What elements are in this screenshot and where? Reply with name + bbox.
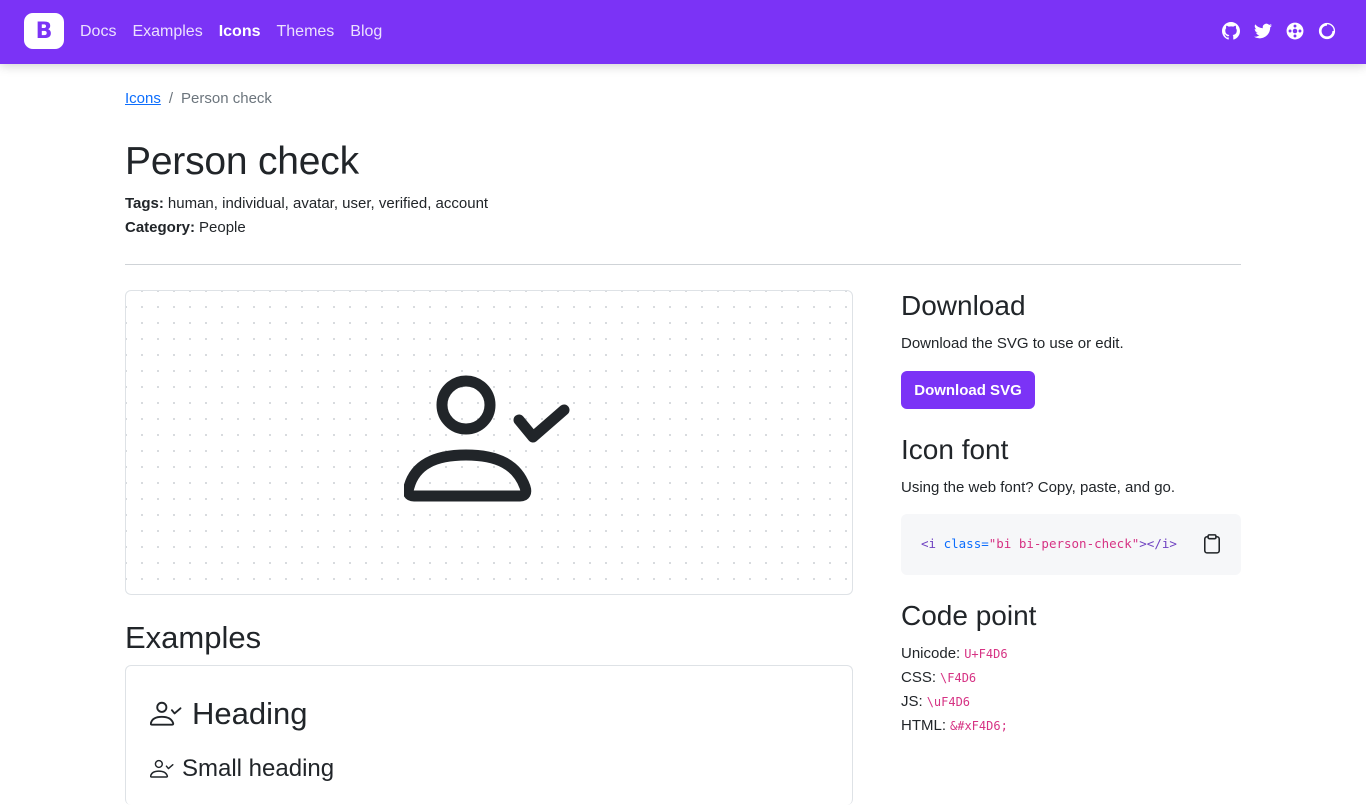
code-point-unicode: Unicode: U+F4D6 <box>901 645 1008 662</box>
nav-link-blog[interactable]: Blog <box>350 23 382 41</box>
example-heading: Heading <box>150 696 307 732</box>
tags-label: Tags: <box>125 195 164 212</box>
example-heading-text: Heading <box>192 696 308 731</box>
icon-tags: Tags: human, individual, avatar, user, ve… <box>125 195 488 212</box>
examples-panel <box>125 665 853 805</box>
theme-toggle-icon[interactable] <box>1318 22 1336 40</box>
person-check-icon <box>150 759 174 778</box>
icon-font-snippet: <i class="bi bi-person-check"></i> <box>901 514 1241 575</box>
code-attr: class= <box>936 536 989 551</box>
page-title: Person check <box>125 140 359 183</box>
code-point-value[interactable]: \uF4D6 <box>927 695 970 709</box>
twitter-icon[interactable] <box>1254 22 1272 40</box>
code-point-label: HTML: <box>901 717 946 734</box>
icon-font-title: Icon font <box>901 434 1009 465</box>
breadcrumb: Icons / Person check <box>125 90 272 107</box>
code-point-js: JS: \uF4D6 <box>901 693 970 710</box>
icon-category: Category: People <box>125 219 246 236</box>
example-small-heading: Small heading <box>150 755 334 783</box>
code-point-css: CSS: \F4D6 <box>901 669 976 686</box>
nav-link-icons[interactable]: Icons <box>219 23 261 41</box>
person-check-icon <box>150 701 182 726</box>
breadcrumb-link-icons[interactable]: Icons <box>125 90 161 107</box>
breadcrumb-current: Person check <box>181 90 272 107</box>
code-value: "bi bi-person-check" <box>988 536 1140 551</box>
category-label: Category: <box>125 219 196 236</box>
code-point-value[interactable]: \F4D6 <box>940 671 976 685</box>
breadcrumb-separator: / <box>168 90 174 107</box>
example-small-heading-text: Small heading <box>182 755 335 782</box>
nav-link-themes[interactable]: Themes <box>277 23 335 41</box>
code-point-label: JS: <box>901 693 923 710</box>
nav-social-icons <box>1222 22 1336 40</box>
code-open-tag: <i <box>921 536 937 551</box>
code-point-label: CSS: <box>901 669 937 686</box>
download-title: Download <box>901 290 1026 321</box>
code-point-label: Unicode: <box>901 645 961 662</box>
clipboard-icon[interactable] <box>1203 534 1221 554</box>
github-icon[interactable] <box>1222 22 1240 40</box>
icon-font-code[interactable]: <i class="bi bi-person-check"></i> <box>921 536 1177 551</box>
code-point-value[interactable]: U+F4D6 <box>964 647 1007 661</box>
code-close-tag: ></i> <box>1139 536 1177 551</box>
icon-font-description: Using the web font? Copy, paste, and go. <box>901 479 1176 496</box>
download-svg-button[interactable]: Download SVG <box>901 371 1035 409</box>
tags-value: human, individual, avatar, user, verifie… <box>167 195 489 212</box>
nav-link-docs[interactable]: Docs <box>80 23 116 41</box>
opencollective-icon[interactable] <box>1286 22 1304 40</box>
top-navbar: B Docs Examples Icons Themes Blog <box>0 0 1366 64</box>
main-nav: Docs Examples Icons Themes Blog <box>80 0 398 64</box>
code-point-title: Code point <box>901 600 1037 631</box>
download-description: Download the SVG to use or edit. <box>901 335 1124 352</box>
bootstrap-logo[interactable]: B <box>24 13 64 49</box>
examples-title: Examples <box>125 620 262 655</box>
header-divider <box>125 264 1241 265</box>
nav-link-examples[interactable]: Examples <box>132 23 202 41</box>
code-point-html: HTML: &#xF4D6; <box>901 717 1008 734</box>
person-check-icon <box>404 375 570 502</box>
code-point-value[interactable]: &#xF4D6; <box>950 719 1008 733</box>
category-value: People <box>199 219 246 236</box>
